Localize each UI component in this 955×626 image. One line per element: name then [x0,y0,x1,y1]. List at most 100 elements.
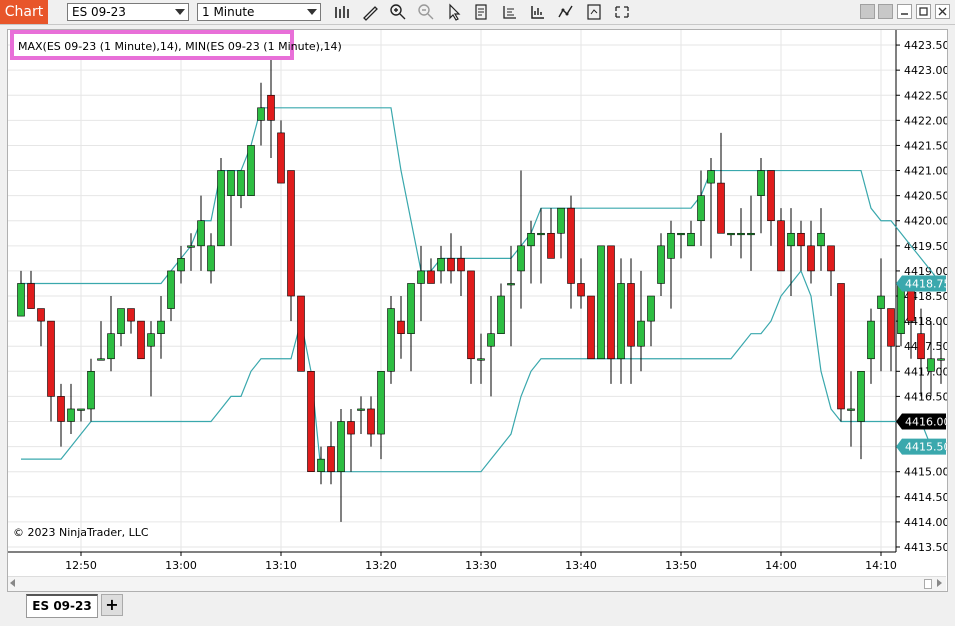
data-box-icon[interactable] [473,3,491,21]
price-chart[interactable]: 4413.50 4414.00 4414.50 4415.00 4415.50 4416.… [8,30,947,576]
candle-up [507,283,515,286]
candle-up [357,408,365,411]
strategies-icon[interactable] [557,3,575,21]
y-tick-label: 4421.50 [904,139,947,152]
candle-down [57,396,65,422]
candle-up [237,170,245,196]
candle-down [797,232,805,247]
candle-down [427,270,435,284]
candle-down [347,421,355,435]
candle-down [367,408,375,435]
zoom-in-icon[interactable] [389,3,407,21]
y-tick-label: 4414.00 [904,516,947,529]
candle-up [117,308,125,334]
candle-up [187,245,195,248]
candle-down [327,446,335,472]
candle-up [857,371,865,422]
candle-up [517,245,525,272]
candle-down [27,283,35,309]
candle-up [217,170,225,247]
close-window-button[interactable] [935,4,950,19]
candle-up [87,371,95,410]
interval-selector[interactable]: 1 Minute [197,3,321,21]
candle-up [157,320,165,334]
candle-up [177,258,185,272]
scroll-thumb[interactable] [924,579,932,589]
candle-up [377,371,385,435]
maximize-window-button[interactable] [916,4,931,19]
candle-up [557,207,565,234]
scroll-right-icon[interactable] [937,579,942,587]
candle-down [627,283,635,347]
zoom-out-icon[interactable] [417,3,435,21]
candle-up [527,232,535,247]
candle-down [767,170,775,222]
indicators-icon[interactable] [529,3,547,21]
candle-down [887,308,895,347]
link-icon[interactable] [860,4,875,19]
minimize-icon[interactable] [878,4,893,19]
minimize-glyph-icon [901,13,908,15]
instrument-selector[interactable]: ES 09-23 [67,3,189,21]
candle-up [147,333,155,347]
copyright-text: © 2023 NinjaTrader, LLC [13,526,149,539]
maximize-icon [919,7,928,16]
x-tick-label: 13:10 [265,559,297,572]
candle-down [717,182,725,234]
candle-up [657,245,665,284]
candle-up [407,283,415,334]
candle-down [267,94,275,121]
candle-up [67,408,75,422]
candle-up [257,107,265,121]
candle-up [17,283,25,317]
horizontal-scrollbar[interactable] [8,576,946,591]
y-tick-label: 4419.50 [904,240,947,253]
price-badge-label: 4415.50 [905,441,947,454]
candle-down [297,295,305,372]
price-badge-label: 4416.00 [905,416,947,429]
indicator-label: MAX(ES 09-23 (1 Minute),14), MIN(ES 09-2… [18,40,342,53]
candle-up [597,245,605,360]
candle-down [467,270,475,360]
bar-type-icon[interactable] [333,3,351,21]
candle-up [437,258,445,272]
minimize-window-button[interactable] [897,4,912,19]
candle-down [137,320,145,360]
candle-up [617,283,625,360]
candle-up [787,232,795,247]
candle-up [667,232,675,259]
y-tick-label: 4423.00 [904,64,947,77]
candle-down [277,132,285,184]
tab-es-09-23[interactable]: ES 09-23 [26,594,98,618]
x-tick-label: 13:20 [365,559,397,572]
candle-up [727,232,735,236]
chart-window-title[interactable]: Chart [0,0,48,24]
scroll-left-icon[interactable] [10,579,15,587]
candle-up [737,232,745,236]
candle-down [807,245,815,272]
candle-up [927,358,935,372]
candle-down [917,333,925,360]
candle-up [387,308,395,372]
chevron-down-icon [175,9,185,15]
templates-icon[interactable] [585,3,603,21]
draw-tool-icon[interactable] [361,3,379,21]
add-tab-button[interactable]: + [101,594,123,616]
candle-up [497,295,505,334]
chevron-down-icon [307,9,317,15]
candle-up [637,320,645,347]
candle-up [537,232,545,236]
candle-down [397,320,405,334]
instrument-selector-value: ES 09-23 [72,5,126,19]
candle-up [817,232,825,247]
candle-up [167,270,175,309]
chart-properties-icon[interactable] [501,3,519,21]
chart-panel[interactable]: 4413.50 4414.00 4414.50 4415.00 4415.50 4416.… [7,29,948,592]
pointer-icon[interactable] [445,3,463,21]
candle-up [337,421,345,472]
candle-down [837,283,845,410]
snapshot-icon[interactable] [613,3,631,21]
candle-down [47,320,55,397]
x-tick-label: 13:30 [465,559,497,572]
candle-up [417,270,425,284]
